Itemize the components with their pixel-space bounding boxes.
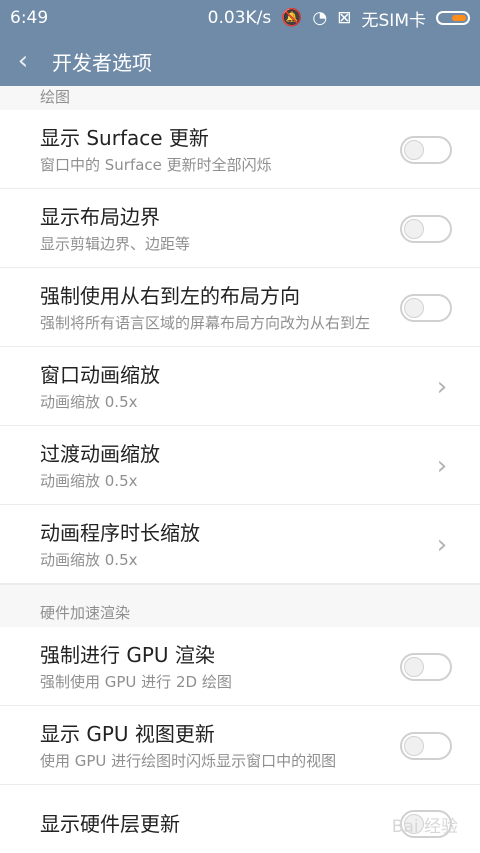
- toggle-switch[interactable]: [400, 294, 452, 322]
- setting-title: 窗口动画缩放: [40, 363, 160, 387]
- setting-title: 显示 GPU 视图更新: [40, 722, 215, 746]
- page-title: 开发者选项: [52, 50, 152, 75]
- wifi-icon: ◔: [312, 8, 328, 28]
- sim-x-icon: ⊠: [337, 8, 352, 28]
- setting-text: 显示硬件层更新: [40, 810, 180, 838]
- section-header-hardware: 硬件加速渲染: [0, 597, 480, 627]
- setting-title: 显示硬件层更新: [40, 811, 180, 836]
- setting-text: 动画程序时长缩放 动画缩放 0.5x: [40, 519, 200, 571]
- status-icons: 0.03K/s 🔕 ◔ ⊠ 无SIM卡: [208, 6, 470, 31]
- setting-text: 显示 GPU 视图更新 使用 GPU 进行绘图时闪烁显示窗口中的视图: [40, 720, 336, 772]
- setting-text: 窗口动画缩放 动画缩放 0.5x: [40, 361, 160, 413]
- setting-subtitle: 强制将所有语言区域的屏幕布局方向改为从右到左: [40, 314, 371, 332]
- drawing-group: 显示 Surface 更新 窗口中的 Surface 更新时全部闪烁 显示布局边…: [0, 110, 480, 584]
- chevron-left-icon: ‹: [17, 46, 29, 76]
- toggle-switch[interactable]: [400, 732, 452, 760]
- battery-icon: [436, 11, 470, 25]
- setting-subtitle: 强制使用 GPU 进行 2D 绘图: [40, 673, 232, 691]
- toggle-knob: [404, 736, 424, 756]
- setting-text: 显示 Surface 更新 窗口中的 Surface 更新时全部闪烁: [40, 124, 272, 176]
- toggle-knob: [404, 657, 424, 677]
- setting-subtitle: 使用 GPU 进行绘图时闪烁显示窗口中的视图: [40, 752, 337, 770]
- setting-title: 显示布局边界: [40, 205, 160, 229]
- toggle-knob: [404, 140, 424, 160]
- toggle-switch[interactable]: [400, 215, 452, 243]
- watermark: Bai 经验: [391, 817, 458, 837]
- setting-subtitle: 窗口中的 Surface 更新时全部闪烁: [40, 156, 272, 174]
- setting-text: 显示布局边界 显示剪辑边界、边距等: [40, 203, 190, 255]
- section-header-drawing: 绘图: [0, 86, 480, 110]
- setting-title: 动画程序时长缩放: [40, 521, 200, 545]
- mute-bell-icon: 🔕: [281, 8, 303, 28]
- setting-subtitle: 动画缩放 0.5x: [40, 551, 138, 569]
- setting-subtitle: 动画缩放 0.5x: [40, 472, 138, 490]
- setting-title: 过渡动画缩放: [40, 442, 160, 466]
- status-time: 6:49: [10, 8, 49, 28]
- toggle-knob: [404, 219, 424, 239]
- back-button[interactable]: ‹: [0, 36, 46, 86]
- setting-force-rtl[interactable]: 强制使用从右到左的布局方向 强制将所有语言区域的屏幕布局方向改为从右到左: [0, 268, 480, 347]
- setting-title: 强制使用从右到左的布局方向: [40, 284, 300, 308]
- chevron-right-icon: ›: [436, 530, 448, 560]
- settings-list[interactable]: 绘图 显示 Surface 更新 窗口中的 Surface 更新时全部闪烁 显示…: [0, 86, 480, 853]
- setting-show-surface-updates[interactable]: 显示 Surface 更新 窗口中的 Surface 更新时全部闪烁: [0, 110, 480, 189]
- setting-show-gpu-view-updates[interactable]: 显示 GPU 视图更新 使用 GPU 进行绘图时闪烁显示窗口中的视图: [0, 706, 480, 785]
- setting-title: 显示 Surface 更新: [40, 126, 209, 150]
- setting-subtitle: 显示剪辑边界、边距等: [40, 235, 191, 253]
- sim-status: 无SIM卡: [361, 10, 426, 31]
- setting-force-gpu-rendering[interactable]: 强制进行 GPU 渲染 强制使用 GPU 进行 2D 绘图: [0, 627, 480, 706]
- app-bar: ‹ 开发者选项: [0, 36, 480, 86]
- setting-text: 过渡动画缩放 动画缩放 0.5x: [40, 440, 160, 492]
- chevron-right-icon: ›: [436, 372, 448, 402]
- setting-animator-duration-scale[interactable]: 动画程序时长缩放 动画缩放 0.5x ›: [0, 505, 480, 584]
- chevron-right-icon: ›: [436, 451, 448, 481]
- setting-subtitle: 动画缩放 0.5x: [40, 393, 138, 411]
- toggle-switch[interactable]: [400, 653, 452, 681]
- setting-text: 强制进行 GPU 渲染 强制使用 GPU 进行 2D 绘图: [40, 641, 232, 693]
- setting-title: 强制进行 GPU 渲染: [40, 643, 215, 667]
- network-speed: 0.03K/s: [207, 8, 272, 28]
- toggle-switch[interactable]: [400, 136, 452, 164]
- toggle-knob: [404, 298, 424, 318]
- setting-show-layout-bounds[interactable]: 显示布局边界 显示剪辑边界、边距等: [0, 189, 480, 268]
- section-gap: [0, 584, 480, 597]
- setting-text: 强制使用从右到左的布局方向 强制将所有语言区域的屏幕布局方向改为从右到左: [40, 282, 370, 334]
- setting-transition-animation-scale[interactable]: 过渡动画缩放 动画缩放 0.5x ›: [0, 426, 480, 505]
- status-bar: 6:49 0.03K/s 🔕 ◔ ⊠ 无SIM卡: [0, 0, 480, 36]
- setting-window-animation-scale[interactable]: 窗口动画缩放 动画缩放 0.5x ›: [0, 347, 480, 426]
